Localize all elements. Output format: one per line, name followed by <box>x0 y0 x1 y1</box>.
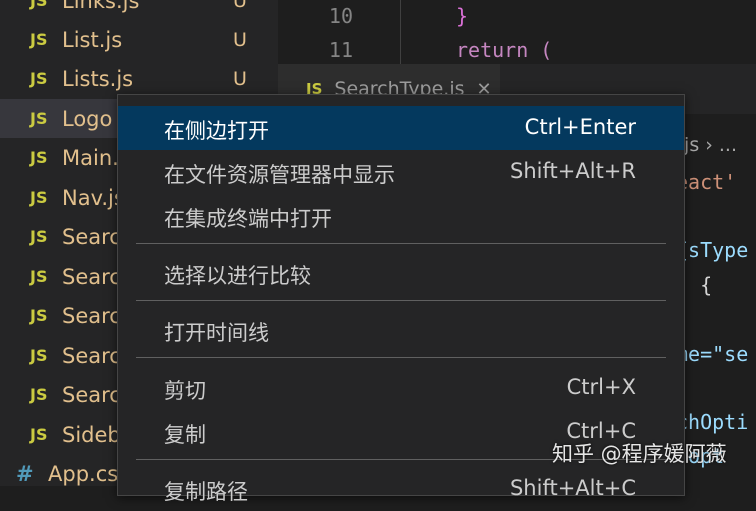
menu-item-shortcut: Shift+Alt+R <box>510 159 636 183</box>
menu-item-label: 在文件资源管理器中显示 <box>164 163 395 187</box>
js-file-icon: JS <box>30 227 48 246</box>
js-file-icon: JS <box>30 30 48 49</box>
breadcrumb[interactable]: .js › ... <box>678 134 737 156</box>
js-file-icon: JS <box>30 69 48 88</box>
menu-item-label: 打开时间线 <box>164 321 269 345</box>
menu-separator <box>136 357 666 358</box>
indent-guide <box>400 0 401 64</box>
file-name: App.cs <box>48 461 119 486</box>
code-line[interactable]: } <box>456 4 468 28</box>
menu-item-label: 复制 <box>164 423 206 447</box>
menu-item-label: 在集成终端中打开 <box>164 207 332 231</box>
code-fragment[interactable]: me="se <box>676 342 748 366</box>
git-status-badge: U <box>233 0 247 12</box>
menu-item-label: 复制路径 <box>164 480 248 504</box>
file-item[interactable]: JS Lists.js U <box>0 59 278 98</box>
code-fragment[interactable]: {sType <box>676 238 748 262</box>
watermark: 知乎 @程序媛阿薇 <box>552 442 727 466</box>
menu-item-shortcut: Ctrl+Enter <box>524 115 636 139</box>
menu-item-open-to-side[interactable]: 在侧边打开 Ctrl+Enter <box>118 106 684 150</box>
js-file-icon: JS <box>30 306 48 325</box>
line-number: 11 <box>328 38 353 62</box>
js-file-icon: JS <box>30 425 48 444</box>
menu-separator <box>136 300 666 301</box>
menu-item-shortcut: Shift+Alt+C <box>509 476 636 500</box>
menu-item-cut[interactable]: 剪切 Ctrl+X <box>118 366 684 410</box>
file-name: Logo <box>62 106 113 131</box>
js-file-icon: JS <box>30 109 48 128</box>
menu-item-label: 在侧边打开 <box>164 119 269 143</box>
menu-item-select-for-compare[interactable]: 选择以进行比较 <box>118 251 684 295</box>
file-name: Sideb <box>62 422 121 447</box>
file-name: Searc <box>62 264 121 289</box>
js-file-icon: JS <box>30 188 48 207</box>
file-name: Searc <box>62 343 121 368</box>
file-name: Links.js <box>62 0 140 13</box>
menu-item-reveal-in-explorer[interactable]: 在文件资源管理器中显示 Shift+Alt+R <box>118 150 684 194</box>
menu-item-open-in-terminal[interactable]: 在集成终端中打开 <box>118 194 684 238</box>
js-file-icon: JS <box>30 346 48 365</box>
code-fragment[interactable]: eact' <box>676 170 736 194</box>
file-name: List.js <box>62 27 123 52</box>
git-status-badge: U <box>233 67 247 90</box>
menu-item-label: 剪切 <box>164 379 206 403</box>
js-file-icon: JS <box>30 148 48 167</box>
file-name: Searc <box>62 224 121 249</box>
context-menu: 在侧边打开 Ctrl+Enter 在文件资源管理器中显示 Shift+Alt+R… <box>117 94 685 504</box>
menu-separator <box>136 243 666 244</box>
js-file-icon: JS <box>30 267 48 286</box>
file-name: Lists.js <box>62 66 134 91</box>
file-item[interactable]: JS List.js U <box>0 20 278 59</box>
file-item[interactable]: JS Links.js U <box>0 0 278 20</box>
menu-item-open-timeline[interactable]: 打开时间线 <box>118 308 684 352</box>
file-name: Nav.js <box>62 185 125 210</box>
menu-item-copy-path[interactable]: 复制路径 Shift+Alt+C <box>118 467 684 511</box>
css-file-icon: # <box>16 461 34 486</box>
line-number: 10 <box>328 4 353 28</box>
js-file-icon: JS <box>30 0 48 10</box>
menu-item-label: 选择以进行比较 <box>164 264 311 288</box>
git-status-badge: U <box>233 28 247 51</box>
file-name: Searc <box>62 303 121 328</box>
code-fragment[interactable]: chOpti <box>676 410 748 434</box>
menu-item-shortcut: Ctrl+X <box>566 375 636 399</box>
file-name: Main. <box>62 145 119 170</box>
file-name: Searc <box>62 382 121 407</box>
js-file-icon: JS <box>30 385 48 404</box>
code-line[interactable]: return ( <box>456 38 552 62</box>
